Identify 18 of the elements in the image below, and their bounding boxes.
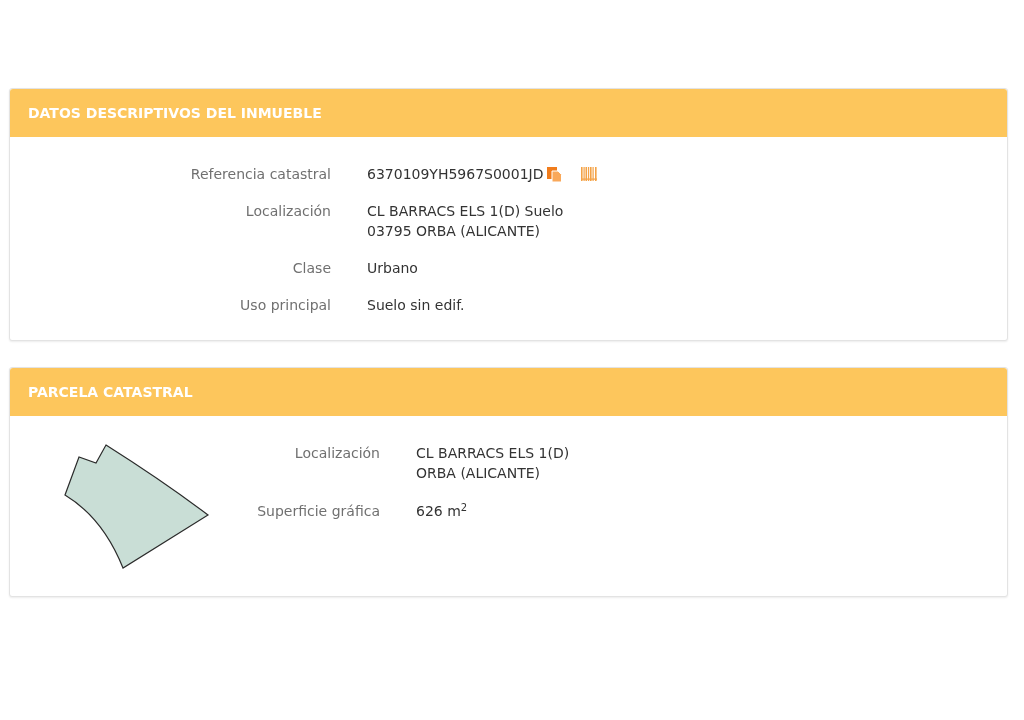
- field-value: Urbano: [367, 259, 418, 278]
- field-value: CL BARRACS ELS 1(D) Suelo: [367, 202, 564, 221]
- field-label: Referencia catastral: [190, 165, 331, 184]
- field-label: Uso principal: [240, 296, 331, 315]
- field-value: Suelo sin edif.: [367, 296, 465, 315]
- field-value: 6370109YH5967S0001JD: [367, 165, 544, 184]
- barcode-icon[interactable]: [581, 167, 598, 181]
- field-value: CL BARRACS ELS 1(D): [416, 444, 570, 463]
- field-label: Superficie gráfica: [257, 502, 380, 521]
- field-label: Clase: [292, 259, 331, 278]
- field-label: Localización: [294, 444, 380, 463]
- copy-icon[interactable]: [547, 166, 563, 182]
- field-value: 03795 ORBA (ALICANTE): [367, 222, 542, 241]
- section-title: DATOS DESCRIPTIVOS DEL INMUEBLE: [28, 103, 322, 123]
- section-title: PARCELA CATASTRAL: [28, 382, 193, 402]
- field-value: ORBA (ALICANTE): [416, 464, 542, 483]
- field-value: 626 m$^{2}$: [416, 501, 468, 521]
- field-label: Localización: [245, 202, 331, 221]
